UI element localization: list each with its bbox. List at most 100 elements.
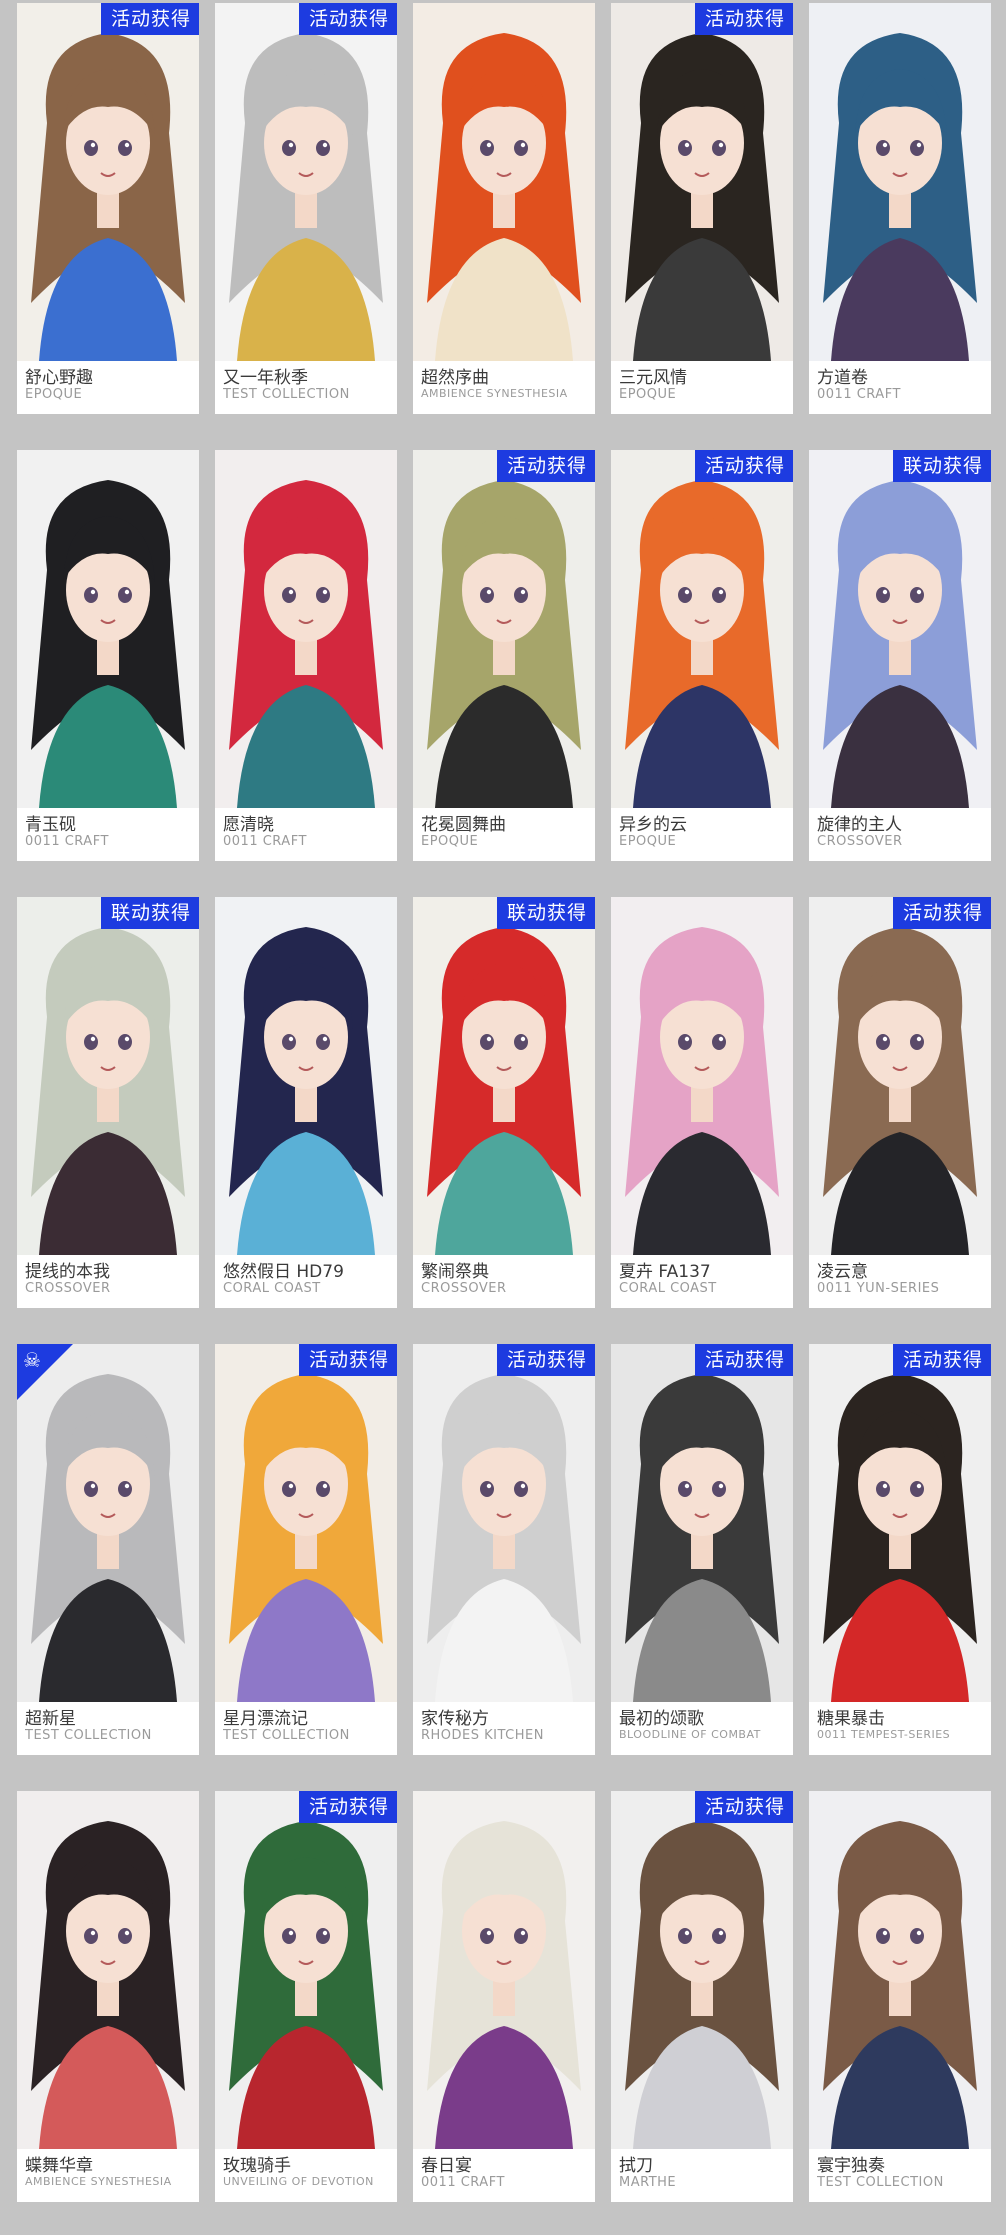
- skin-name: 玫瑰骑手: [223, 2156, 291, 2176]
- skin-artwork: 活动获得: [215, 3, 397, 361]
- skin-card[interactable]: 春日宴 0011 CRAFT: [413, 1791, 595, 2202]
- skin-brand: TEST COLLECTION: [817, 2175, 944, 2190]
- character-illustration: [625, 1374, 779, 1702]
- skin-artwork: [17, 450, 199, 808]
- skin-card[interactable]: 活动获得 又一年秋季 TEST COLLECTION: [215, 3, 397, 414]
- character-illustration: [31, 1821, 185, 2149]
- skin-card[interactable]: 活动获得花冕圆舞曲 EPOQUE: [413, 450, 595, 861]
- acquisition-badge: 活动获得: [694, 3, 793, 35]
- skin-brand: 0011 CRAFT: [421, 2175, 505, 2190]
- character-illustration: [427, 927, 581, 1255]
- skin-name: 蝶舞华章: [25, 2156, 93, 2176]
- skin-card[interactable]: 活动获得玫瑰骑手 UNVEILING OF DEVOTION: [215, 1791, 397, 2202]
- character-illustration: [31, 927, 185, 1255]
- skin-card[interactable]: 联动获得繁闹祭典 CROSSOVER: [413, 897, 595, 1308]
- skin-card[interactable]: 联动获得旋律的主人 CROSSOVER: [809, 450, 991, 861]
- skin-card[interactable]: 活动获得 异乡的云 EPOQUE: [611, 450, 793, 861]
- skin-brand: 0011 TEMPEST-SERIES: [817, 1728, 951, 1741]
- skin-card[interactable]: 愿清晓 0011 CRAFT: [215, 450, 397, 861]
- skin-card[interactable]: 夏卉 FA137 CORAL COAST: [611, 897, 793, 1308]
- skin-brand: 0011 CRAFT: [223, 834, 307, 849]
- skin-artwork: [17, 1791, 199, 2149]
- skin-card[interactable]: 活动获得三元风情 EPOQUE: [611, 3, 793, 414]
- character-illustration: [823, 927, 977, 1255]
- skin-brand: EPOQUE: [25, 387, 83, 402]
- skin-artwork: 联动获得: [17, 897, 199, 1255]
- skin-name: 旋律的主人: [817, 815, 902, 835]
- skin-brand: CROSSOVER: [421, 1281, 507, 1296]
- skin-card[interactable]: 联动获得 提线的本我 CROSSOVER: [17, 897, 199, 1308]
- skin-card[interactable]: 活动获得 舒心野趣 EPOQUE: [17, 3, 199, 414]
- skin-card[interactable]: 寰宇独奏 TEST COLLECTION: [809, 1791, 991, 2202]
- skin-name: 拭刀: [619, 2156, 653, 2176]
- character-illustration: [427, 1374, 581, 1702]
- skin-brand: EPOQUE: [421, 834, 479, 849]
- skin-card[interactable]: 超然序曲 AMBIENCE SYNESTHESIA: [413, 3, 595, 414]
- skin-brand: TEST COLLECTION: [223, 1728, 350, 1743]
- skin-artwork: 活动获得: [413, 450, 595, 808]
- skin-card[interactable]: 活动获得 星月漂流记 TEST COLLECTION: [215, 1344, 397, 1755]
- skin-name: 方道卷: [817, 368, 868, 388]
- skin-card[interactable]: ☠ 超新星 TEST COLLECTION: [17, 1344, 199, 1755]
- skin-artwork: ☠: [17, 1344, 199, 1702]
- skin-name: 舒心野趣: [25, 368, 93, 388]
- character-illustration: [823, 1374, 977, 1702]
- skin-card[interactable]: 青玉砚 0011 CRAFT: [17, 450, 199, 861]
- skin-card[interactable]: 活动获得 凌云意 0011 YUN-SERIES: [809, 897, 991, 1308]
- skin-artwork: 活动获得: [611, 1791, 793, 2149]
- skin-brand: AMBIENCE SYNESTHESIA: [421, 387, 568, 400]
- skin-name: 花冕圆舞曲: [421, 815, 506, 835]
- skin-artwork: 活动获得: [809, 897, 991, 1255]
- skin-card[interactable]: 活动获得 家传秘方 RHODES KITCHEN: [413, 1344, 595, 1755]
- skin-artwork: [413, 1791, 595, 2149]
- character-illustration: [427, 480, 581, 808]
- skin-name: 最初的颂歌: [619, 1709, 704, 1729]
- skin-brand: UNVEILING OF DEVOTION: [223, 2175, 374, 2188]
- skin-name: 提线的本我: [25, 1262, 110, 1282]
- acquisition-badge: 活动获得: [694, 1344, 793, 1376]
- skin-artwork: [809, 3, 991, 361]
- acquisition-badge: 活动获得: [298, 1791, 397, 1823]
- skin-name: 繁闹祭典: [421, 1262, 489, 1282]
- skin-grid: 活动获得 舒心野趣 EPOQUE 活动获得 又一年秋季 TEST COLLECTION 超然…: [0, 0, 1006, 2235]
- skin-name: 青玉砚: [25, 815, 76, 835]
- skin-name: 春日宴: [421, 2156, 472, 2176]
- skin-artwork: [215, 897, 397, 1255]
- skin-name: 凌云意: [817, 1262, 868, 1282]
- skin-artwork: 活动获得: [611, 1344, 793, 1702]
- character-illustration: [229, 927, 383, 1255]
- acquisition-badge: 联动获得: [892, 450, 991, 482]
- skin-card[interactable]: 活动获得 拭刀 MARTHE: [611, 1791, 793, 2202]
- skin-brand: EPOQUE: [619, 387, 677, 402]
- skin-name: 悠然假日 HD79: [223, 1262, 344, 1282]
- skin-card[interactable]: 活动获得 糖果暴击 0011 TEMPEST-SERIES: [809, 1344, 991, 1755]
- skin-brand: BLOODLINE OF COMBAT: [619, 1728, 761, 1741]
- character-illustration: [823, 33, 977, 361]
- acquisition-badge: 联动获得: [496, 897, 595, 929]
- skin-card[interactable]: 悠然假日 HD79 CORAL COAST: [215, 897, 397, 1308]
- skin-artwork: 活动获得: [611, 450, 793, 808]
- skin-artwork: 活动获得: [215, 1791, 397, 2149]
- skin-brand: TEST COLLECTION: [25, 1728, 152, 1743]
- skin-brand: TEST COLLECTION: [223, 387, 350, 402]
- acquisition-badge: 活动获得: [892, 1344, 991, 1376]
- skin-name: 家传秘方: [421, 1709, 489, 1729]
- character-illustration: [625, 33, 779, 361]
- character-illustration: [427, 33, 581, 361]
- skin-card[interactable]: 方道卷 0011 CRAFT: [809, 3, 991, 414]
- skin-card[interactable]: 蝶舞华章 AMBIENCE SYNESTHESIA: [17, 1791, 199, 2202]
- skin-name: 星月漂流记: [223, 1709, 308, 1729]
- character-illustration: [229, 1821, 383, 2149]
- skin-brand: CORAL COAST: [619, 1281, 717, 1296]
- skin-name: 超新星: [25, 1709, 76, 1729]
- skin-brand: AMBIENCE SYNESTHESIA: [25, 2175, 172, 2188]
- skin-brand: CORAL COAST: [223, 1281, 321, 1296]
- skin-name: 三元风情: [619, 368, 687, 388]
- skin-card[interactable]: 活动获得最初的颂歌 BLOODLINE OF COMBAT: [611, 1344, 793, 1755]
- character-illustration: [823, 480, 977, 808]
- skin-brand: CROSSOVER: [817, 834, 903, 849]
- skin-artwork: [215, 450, 397, 808]
- faction-icon: ☠: [17, 1344, 73, 1400]
- skin-brand: EPOQUE: [619, 834, 677, 849]
- skin-name: 寰宇独奏: [817, 2156, 885, 2176]
